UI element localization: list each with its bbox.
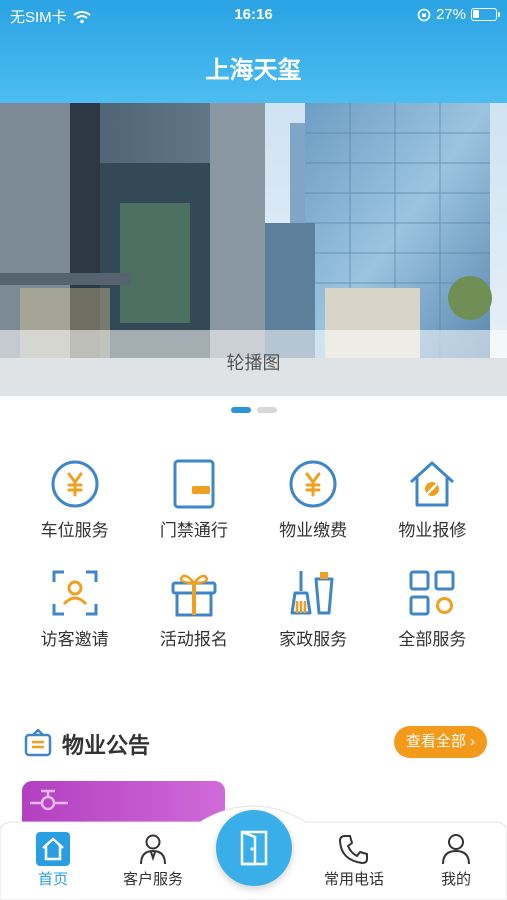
door-open-button[interactable] bbox=[216, 810, 292, 886]
service-all[interactable]: 全部服务 bbox=[373, 567, 492, 650]
tab-customer-service[interactable]: 客户服务 bbox=[108, 832, 198, 889]
view-all-label: 查看全部 bbox=[405, 733, 466, 750]
rotation-lock-icon bbox=[417, 8, 431, 21]
banner-caption: 轮播图 bbox=[0, 330, 507, 396]
user-service-icon bbox=[140, 834, 166, 865]
service-repair[interactable]: 物业报修 bbox=[373, 458, 492, 541]
tab-home-label: 首页 bbox=[37, 871, 68, 888]
status-bar: 无SIM卡 16:16 27% bbox=[0, 0, 507, 30]
home-icon bbox=[36, 832, 70, 866]
visitor-scan-icon bbox=[52, 570, 98, 616]
phone-icon bbox=[339, 835, 368, 864]
view-all-button[interactable]: 查看全部 › bbox=[393, 726, 487, 758]
door-icon bbox=[240, 830, 268, 866]
service-label: 访客邀请 bbox=[40, 630, 109, 649]
service-label: 物业报修 bbox=[398, 521, 467, 540]
carousel-dot-active[interactable] bbox=[230, 407, 251, 413]
tab-customer-service-label: 客户服务 bbox=[122, 871, 183, 888]
service-property-fee[interactable]: 物业缴费 bbox=[254, 458, 373, 541]
notice-title: 物业公告 bbox=[62, 733, 151, 758]
chevron-right-icon: › bbox=[470, 733, 475, 750]
person-icon bbox=[442, 834, 470, 865]
service-grid: 车位服务 门禁通行 物业缴费 物业报修 访客邀请 活动报名 家政服务 全部服务 bbox=[15, 458, 492, 650]
app-header: 无SIM卡 16:16 27% 上海天玺 bbox=[0, 0, 507, 103]
service-label: 门禁通行 bbox=[159, 521, 228, 540]
page-title: 上海天玺 bbox=[205, 57, 302, 84]
service-label: 家政服务 bbox=[279, 630, 348, 649]
tab-mine[interactable]: 我的 bbox=[411, 832, 501, 889]
service-activity-signup[interactable]: 活动报名 bbox=[134, 567, 253, 650]
notice-header: 物业公告 查看全部 › bbox=[22, 724, 487, 764]
door-card-icon bbox=[173, 459, 215, 509]
tab-mine-label: 我的 bbox=[440, 871, 471, 888]
carousel-dot[interactable] bbox=[256, 407, 277, 413]
house-wrench-icon bbox=[410, 461, 455, 507]
tab-phone-label: 常用电话 bbox=[323, 871, 384, 888]
carousel-indicator bbox=[0, 407, 507, 413]
service-housekeeping[interactable]: 家政服务 bbox=[254, 567, 373, 650]
service-visitor-invite[interactable]: 访客邀请 bbox=[15, 567, 134, 650]
gift-icon bbox=[171, 574, 217, 617]
service-parking[interactable]: 车位服务 bbox=[15, 458, 134, 541]
service-label: 物业缴费 bbox=[279, 521, 348, 540]
service-label: 车位服务 bbox=[40, 521, 109, 540]
service-label: 全部服务 bbox=[398, 630, 467, 649]
grid-icon bbox=[409, 570, 455, 616]
service-access-control[interactable]: 门禁通行 bbox=[134, 458, 253, 541]
yen-circle-icon bbox=[51, 460, 99, 508]
yen-circle-icon bbox=[289, 460, 337, 508]
tab-home[interactable]: 首页 bbox=[8, 832, 98, 889]
battery-percent: 27% bbox=[435, 6, 466, 23]
battery-icon bbox=[471, 8, 500, 21]
tab-phone[interactable]: 常用电话 bbox=[309, 832, 399, 889]
notice-board-icon bbox=[24, 729, 52, 757]
cleaning-icon bbox=[290, 571, 334, 615]
service-label: 活动报名 bbox=[159, 630, 228, 649]
